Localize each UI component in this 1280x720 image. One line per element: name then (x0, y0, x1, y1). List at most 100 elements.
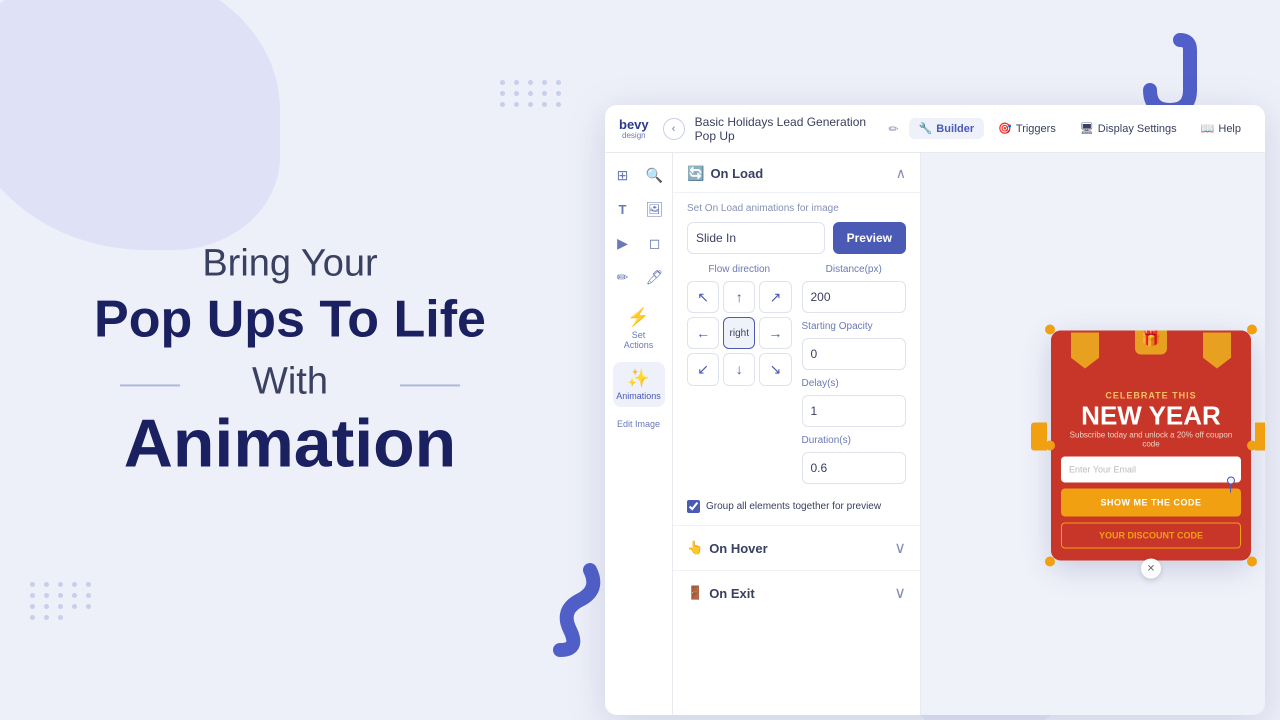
handle-ml (1045, 441, 1055, 451)
duration-input[interactable] (802, 452, 907, 484)
refresh-icon: 🔄 (687, 165, 704, 182)
sidebar-search-icon[interactable]: 🔍 (641, 161, 669, 189)
flow-section: Flow direction ↖ ↑ ↗ ← right → ↙ ↓ ↘ (687, 264, 792, 492)
dir-left-button[interactable]: ← (687, 317, 719, 349)
headline-line1: Bring Your (60, 242, 520, 285)
distance-section: Distance(px) Starting Opacity Delay(s) D… (802, 264, 907, 492)
dir-right-text-button[interactable]: right (723, 317, 755, 349)
on-load-section-header: 🔄 On Load ∧ (673, 153, 920, 193)
builder-icon: 🔧 (919, 122, 933, 135)
on-exit-section[interactable]: 🚪 On Exit ∨ (673, 570, 920, 615)
sidebar-edit-image[interactable]: Edit Image (613, 413, 665, 435)
sidebar-set-actions[interactable]: ⚡ Set Actions (613, 301, 665, 356)
animation-type-select[interactable]: Slide In (687, 222, 825, 254)
ribbon-left (1071, 333, 1099, 369)
animation-type-row: Slide In Preview (687, 222, 906, 254)
on-load-title: 🔄 On Load (687, 165, 763, 182)
squiggle-icon (530, 560, 610, 660)
delay-label: Delay(s) (802, 378, 907, 389)
tab-help[interactable]: 📖 Help (1191, 118, 1251, 139)
logo: bevy design (619, 118, 649, 140)
sidebar-image-icon[interactable]: 🖼 (641, 195, 669, 223)
dir-bottom-right-button[interactable]: ↘ (759, 353, 791, 385)
handle-mr (1247, 441, 1257, 451)
group-checkbox-row: Group all elements together for preview (687, 500, 906, 513)
tab-triggers[interactable]: 🎯 Triggers (988, 118, 1066, 139)
popup-celebrate-text: CELEBRATE THIS (1051, 367, 1251, 403)
popup-subtitle: Subscribe today and unlock a 20% off cou… (1051, 431, 1251, 457)
dir-down-button[interactable]: ↓ (723, 353, 755, 385)
blob-top-left (0, 0, 280, 250)
sidebar-group-2: T 🖼 (609, 195, 669, 223)
exit-icon: 🚪 (687, 585, 703, 601)
group-elements-label: Group all elements together for preview (706, 501, 881, 512)
delay-input[interactable] (802, 395, 907, 427)
flow-distance-row: Flow direction ↖ ↑ ↗ ← right → ↙ ↓ ↘ Dis… (687, 264, 906, 492)
group-elements-checkbox[interactable] (687, 500, 700, 513)
set-actions-icon: ⚡ (627, 307, 649, 328)
sidebar-group-1: ⊞ 🔍 (609, 161, 669, 189)
on-hover-expand-icon: ∨ (894, 538, 906, 558)
popup-discount-button[interactable]: YOUR DISCOUNT CODE (1061, 523, 1241, 549)
top-actions: 🔧 Builder 🎯 Triggers 🖥 Display Settings … (909, 118, 1251, 139)
popup-email-input[interactable]: Enter Your Email (1061, 457, 1241, 483)
animations-icon: ✨ (627, 368, 649, 389)
on-hover-section[interactable]: 👆 On Hover ∨ (673, 525, 920, 570)
handle-tr (1247, 325, 1257, 335)
sidebar-element-icon[interactable]: ⊞ (609, 161, 637, 189)
dir-top-left-button[interactable]: ↖ (687, 281, 719, 313)
on-exit-title: 🚪 On Exit (687, 585, 755, 601)
dir-right-button[interactable]: → (759, 317, 791, 349)
starting-opacity-input[interactable] (802, 338, 907, 370)
dir-up-button[interactable]: ↑ (723, 281, 755, 313)
distance-label: Distance(px) (802, 264, 907, 275)
direction-grid: ↖ ↑ ↗ ← right → ↙ ↓ ↘ (687, 281, 792, 386)
sidebar-group-4: ✏ 🖊 (609, 263, 669, 291)
dir-bottom-left-button[interactable]: ↙ (687, 353, 719, 385)
sidebar-shape-icon[interactable]: ◻ (641, 229, 669, 257)
email-placeholder: Enter Your Email (1069, 465, 1136, 475)
popup-preview: 🎁 CELEBRATE THIS NEW YEAR Subscribe toda… (1051, 331, 1251, 561)
sidebar-video-icon[interactable]: ▶ (609, 229, 637, 257)
sidebar-draw-icon[interactable]: ✏ (609, 263, 637, 291)
headline-line2: Pop Ups To Life (60, 291, 520, 348)
popup-close-button[interactable]: ✕ (1141, 559, 1161, 579)
gift-icon: 🎁 (1135, 331, 1167, 355)
dots-top (500, 80, 564, 107)
starting-opacity-field: Starting Opacity (802, 321, 907, 370)
left-content: Bring Your Pop Ups To Life With Animatio… (60, 242, 520, 477)
distance-input[interactable] (802, 281, 907, 313)
nav-back-button[interactable]: ‹ (663, 118, 685, 140)
popup-card: 🎁 CELEBRATE THIS NEW YEAR Subscribe toda… (1051, 331, 1251, 561)
sidebar-text-icon[interactable]: T (609, 195, 637, 223)
logo-text: bevy (619, 118, 649, 131)
edit-icon[interactable]: ✏ (889, 122, 899, 136)
popup-cta-button[interactable]: SHOW ME THE CODE (1061, 489, 1241, 517)
ribbon-right (1203, 333, 1231, 369)
duration-field: Duration(s) (802, 435, 907, 484)
on-load-body: Set On Load animations for image Slide I… (673, 193, 920, 525)
sidebar: ⊞ 🔍 T 🖼 ▶ ◻ ✏ 🖊 ⚡ Set Actions ✨ Animatio… (605, 153, 673, 715)
sidebar-edit-icon[interactable]: 🖊 (641, 263, 669, 291)
tab-display-settings[interactable]: 🖥 Display Settings (1070, 118, 1187, 139)
on-load-description: Set On Load animations for image (687, 203, 906, 214)
headline-line3: With (252, 361, 328, 404)
on-load-collapse-button[interactable]: ∧ (896, 165, 906, 182)
builder-window: bevy design ‹ Basic Holidays Lead Genera… (605, 105, 1265, 715)
tab-builder[interactable]: 🔧 Builder (909, 118, 985, 139)
sidebar-animations[interactable]: ✨ Animations (613, 362, 665, 407)
help-icon: 📖 (1201, 122, 1215, 135)
divider-right (400, 384, 460, 386)
logo-sub: design (622, 131, 646, 140)
edit-image-label: Edit Image (617, 419, 660, 429)
handle-br (1247, 557, 1257, 567)
display-settings-icon: 🖥 (1080, 122, 1094, 135)
top-bar: bevy design ‹ Basic Holidays Lead Genera… (605, 105, 1265, 153)
preview-animation-button[interactable]: Preview (833, 222, 906, 254)
delay-field: Delay(s) (802, 378, 907, 427)
handle-tl (1045, 325, 1055, 335)
dir-top-right-button[interactable]: ↗ (759, 281, 791, 313)
on-exit-expand-icon: ∨ (894, 583, 906, 603)
duration-label: Duration(s) (802, 435, 907, 446)
animations-label: Animations (616, 391, 661, 401)
